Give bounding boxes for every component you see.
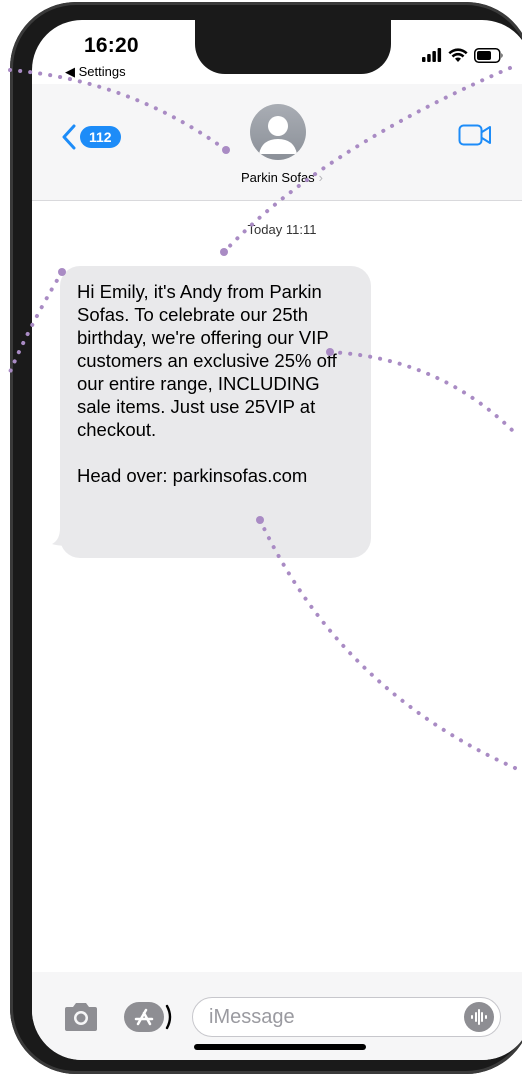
battery-icon (474, 47, 503, 63)
notch (195, 20, 391, 74)
status-icons (422, 45, 504, 65)
app-store-button[interactable] (124, 1000, 172, 1039)
contact-avatar[interactable] (250, 104, 306, 160)
home-indicator[interactable] (194, 1044, 366, 1050)
facetime-video-button[interactable] (458, 124, 492, 151)
person-icon (259, 116, 297, 154)
message-paragraph: Hi Emily, it's Andy from Parkin Sofas. T… (77, 281, 337, 440)
status-time: 16:20 (84, 34, 139, 57)
imessage-placeholder: iMessage (209, 1006, 295, 1028)
waveform-icon (471, 1009, 487, 1025)
chevron-left-icon (62, 124, 76, 150)
chevron-right-icon: › (318, 170, 324, 185)
signal-bars-icon (422, 48, 442, 62)
message-timestamp: Today 11:11 (247, 222, 317, 237)
stage: 16:20 ◀ Settings 112 Parkin Sofas › Toda… (0, 0, 522, 1079)
camera-button[interactable] (62, 1002, 100, 1037)
back-to-app-link[interactable]: ◀ Settings (65, 64, 126, 80)
phone-screen: 16:20 ◀ Settings 112 Parkin Sofas › Toda… (32, 20, 522, 1060)
back-button[interactable]: 112 (62, 124, 121, 150)
video-camera-icon (458, 124, 491, 146)
app-store-icon (124, 1002, 172, 1032)
contact-name: Parkin Sofas (240, 170, 315, 185)
unread-count-badge: 112 (80, 126, 121, 148)
audio-message-button[interactable] (464, 1002, 494, 1032)
camera-icon (65, 1003, 97, 1031)
incoming-message-bubble[interactable]: Hi Emily, it's Andy from Parkin Sofas. T… (60, 266, 371, 558)
phone-frame: 16:20 ◀ Settings 112 Parkin Sofas › Toda… (10, 2, 522, 1074)
conversation-header: 112 Parkin Sofas › (32, 84, 522, 201)
contact-name-row[interactable]: Parkin Sofas › (32, 170, 522, 185)
imessage-input[interactable]: iMessage (192, 997, 501, 1037)
wifi-icon (448, 47, 468, 62)
message-link-paragraph: Head over: parkinsofas.com (77, 465, 308, 486)
